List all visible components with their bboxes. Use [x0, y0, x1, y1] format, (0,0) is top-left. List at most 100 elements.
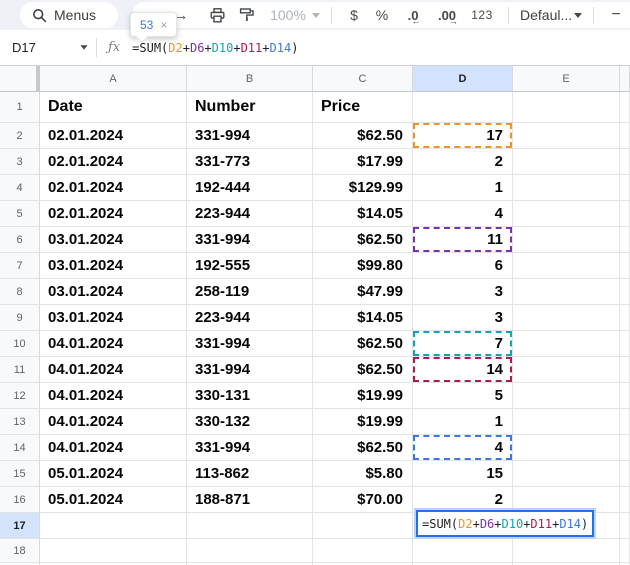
cell[interactable] [513, 123, 620, 149]
row-header[interactable]: 2 [0, 123, 40, 149]
row-header[interactable]: 17 [0, 513, 40, 539]
cell[interactable]: $62.50 [313, 123, 413, 149]
cell[interactable]: 3 [413, 305, 513, 331]
cell[interactable]: 5 [413, 383, 513, 409]
cell[interactable]: $62.50 [313, 435, 413, 461]
cell[interactable] [513, 92, 620, 123]
cell[interactable]: $62.50 [313, 227, 413, 253]
column-header-c[interactable]: C [313, 66, 413, 92]
cell[interactable]: 331-773 [187, 149, 313, 175]
column-header-e[interactable]: E [513, 66, 620, 92]
row-header[interactable]: 5 [0, 201, 40, 227]
decrease-decimal-button[interactable]: .0 ← [397, 3, 429, 27]
cell[interactable] [513, 357, 620, 383]
cell[interactable] [513, 149, 620, 175]
row-header[interactable]: 7 [0, 253, 40, 279]
cell[interactable]: 331-994 [187, 435, 313, 461]
cell[interactable]: 02.01.2024 [40, 149, 187, 175]
cell[interactable] [513, 331, 620, 357]
row-header[interactable]: 18 [0, 539, 40, 563]
cell[interactable]: 2 [413, 149, 513, 175]
currency-button[interactable]: $ [341, 3, 367, 27]
cell[interactable] [313, 513, 413, 539]
cell[interactable]: 223-944 [187, 201, 313, 227]
cell[interactable] [620, 435, 630, 461]
cell[interactable] [187, 513, 313, 539]
cell[interactable]: 4 [413, 201, 513, 227]
cell[interactable]: 331-994 [187, 331, 313, 357]
cell[interactable] [620, 305, 630, 331]
cell[interactable] [513, 305, 620, 331]
cell[interactable] [620, 513, 630, 539]
cell[interactable] [513, 201, 620, 227]
cell[interactable] [620, 461, 630, 487]
name-box-dropdown-icon[interactable] [80, 45, 88, 50]
cell[interactable] [620, 331, 630, 357]
cell[interactable]: 15 [413, 461, 513, 487]
cell[interactable] [513, 461, 620, 487]
cell[interactable]: $14.05 [313, 201, 413, 227]
paint-format-button[interactable] [232, 3, 262, 27]
cell[interactable]: $5.80 [313, 461, 413, 487]
cell[interactable]: 17 [413, 123, 513, 149]
cell[interactable]: 1 [413, 409, 513, 435]
formula-input[interactable]: =SUM(D2+D6+D10+D11+D14) [132, 41, 298, 55]
print-button[interactable] [202, 3, 232, 27]
cell[interactable]: 331-994 [187, 227, 313, 253]
row-header[interactable]: 10 [0, 331, 40, 357]
row-header[interactable]: 12 [0, 383, 40, 409]
cell[interactable] [513, 279, 620, 305]
cell[interactable]: 03.01.2024 [40, 227, 187, 253]
row-header[interactable]: 15 [0, 461, 40, 487]
column-header-a[interactable]: A [40, 66, 187, 92]
cell[interactable]: 223-944 [187, 305, 313, 331]
row-header[interactable]: 16 [0, 487, 40, 513]
column-header-b[interactable]: B [187, 66, 313, 92]
cell[interactable]: $99.80 [313, 253, 413, 279]
cell[interactable]: 330-131 [187, 383, 313, 409]
cell[interactable]: $62.50 [313, 357, 413, 383]
font-select[interactable]: Defaul... [518, 3, 584, 27]
decrease-font-size-button[interactable]: − [603, 3, 629, 27]
cell[interactable]: Price [313, 92, 413, 123]
cell[interactable]: 04.01.2024 [40, 383, 187, 409]
cell[interactable] [40, 539, 187, 563]
cell[interactable]: 04.01.2024 [40, 409, 187, 435]
cell[interactable]: 7 [413, 331, 513, 357]
cell[interactable] [620, 279, 630, 305]
cell[interactable]: Number [187, 92, 313, 123]
cell[interactable] [413, 539, 513, 563]
cell[interactable] [620, 201, 630, 227]
cell[interactable] [620, 253, 630, 279]
more-formats-button[interactable]: 123 [465, 3, 499, 27]
row-header[interactable]: 1 [0, 92, 40, 123]
cell[interactable] [413, 92, 513, 123]
cell[interactable]: 05.01.2024 [40, 461, 187, 487]
cell[interactable]: $19.99 [313, 383, 413, 409]
cell[interactable]: 4 [413, 435, 513, 461]
cell[interactable]: 3 [413, 279, 513, 305]
cell[interactable] [513, 539, 620, 563]
row-header[interactable]: 4 [0, 175, 40, 201]
cell[interactable] [513, 435, 620, 461]
cell[interactable]: 331-994 [187, 357, 313, 383]
cell[interactable] [513, 383, 620, 409]
cell[interactable] [620, 487, 630, 513]
cell[interactable]: 1 [413, 175, 513, 201]
cell[interactable]: Date [40, 92, 187, 123]
column-header-d[interactable]: D [413, 66, 513, 92]
cell[interactable]: 04.01.2024 [40, 357, 187, 383]
cell[interactable] [620, 539, 630, 563]
cell[interactable]: 02.01.2024 [40, 123, 187, 149]
cell[interactable]: 03.01.2024 [40, 253, 187, 279]
row-header[interactable]: 3 [0, 149, 40, 175]
cell[interactable] [620, 357, 630, 383]
row-header[interactable]: 8 [0, 279, 40, 305]
select-all-corner[interactable] [0, 66, 40, 92]
row-header[interactable]: 13 [0, 409, 40, 435]
cell[interactable]: 02.01.2024 [40, 175, 187, 201]
cell[interactable] [620, 149, 630, 175]
row-header[interactable]: 11 [0, 357, 40, 383]
cell[interactable] [620, 383, 630, 409]
row-header[interactable]: 6 [0, 227, 40, 253]
